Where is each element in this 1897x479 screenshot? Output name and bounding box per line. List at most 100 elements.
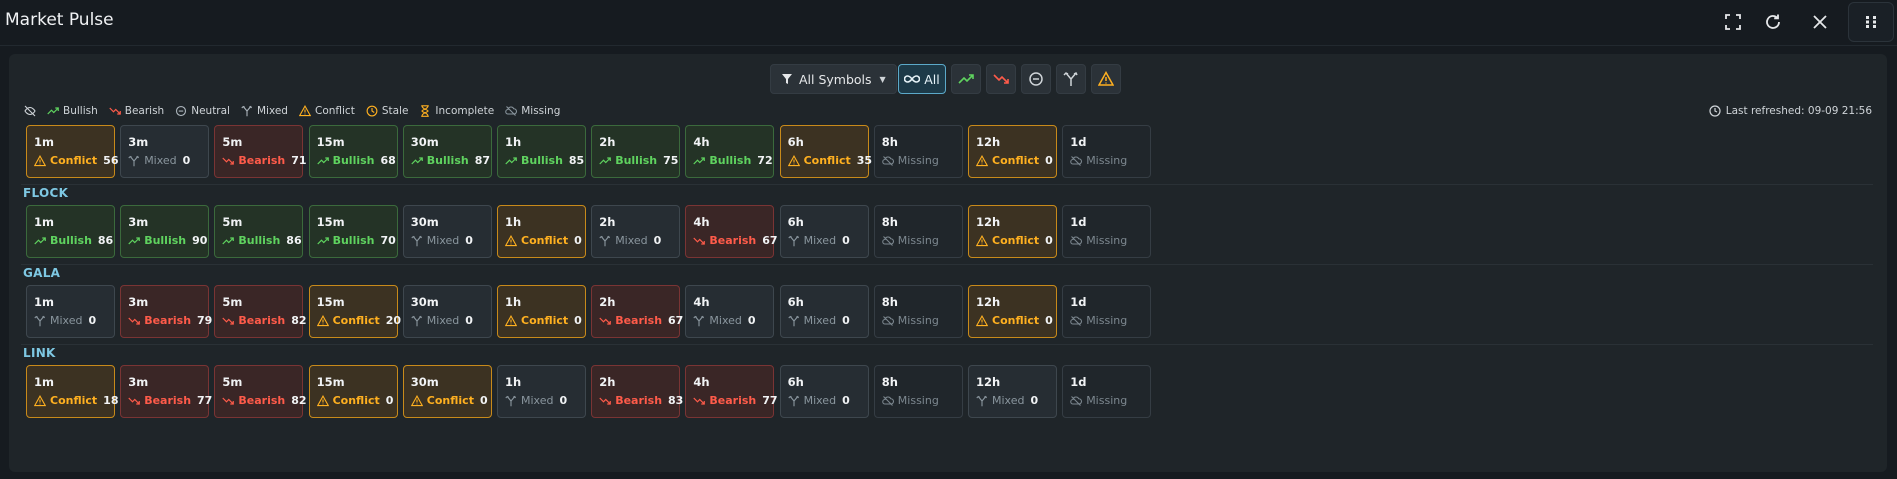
signal-status: Bullish 90 [128, 234, 208, 247]
signal-status: Mixed 0 [411, 234, 491, 247]
signal-cell-flock-3m[interactable]: 3m Bullish 90 [120, 205, 210, 258]
conflict-icon [505, 234, 517, 247]
timeframe-label: 5m [222, 375, 243, 389]
signal-cell-flock-6h[interactable]: 6h Mixed 0 [779, 205, 869, 258]
legend-item-conflict: Conflict [298, 105, 355, 117]
trend-up-icon [47, 105, 59, 117]
status-label: Mixed [615, 234, 648, 247]
signal-cell-flock-1d[interactable]: 1d Missing [1062, 205, 1152, 258]
status-label: Missing [897, 314, 939, 327]
status-label: Conflict [50, 154, 98, 167]
signal-cell-link-1m[interactable]: 1m Conflict 18 [26, 365, 118, 418]
timeframe-label: 2h [599, 375, 616, 389]
signal-cell-eth-1h[interactable]: 1h Bullish 85 [497, 125, 586, 178]
filter-neutral-button[interactable] [1021, 64, 1051, 94]
signal-cell-link-1d[interactable]: 1d Missing [1062, 365, 1152, 418]
row-divider [21, 344, 1873, 345]
grid-menu-button[interactable] [1848, 2, 1894, 42]
signal-cell-flock-2h[interactable]: 2h Mixed 0 [591, 205, 681, 258]
close-button[interactable] [1806, 8, 1834, 36]
signal-cell-gala-5m[interactable]: 5m Bearish 82 [214, 285, 307, 338]
signal-cell-gala-8h[interactable]: 8h Missing [873, 285, 963, 338]
score-value: 0 [479, 394, 488, 407]
signal-cell-eth-15m[interactable]: 15m Bullish 68 [308, 125, 398, 178]
timeframe-label: 5m [222, 215, 243, 229]
score-value: 70 [380, 234, 396, 247]
expand-button[interactable] [1719, 8, 1747, 36]
status-label: Bearish [709, 234, 757, 247]
signal-cell-eth-3m[interactable]: 3m Mixed 0 [120, 125, 210, 178]
timeframe-label: 15m [316, 215, 345, 229]
score-value: 0 [1045, 234, 1053, 247]
timeframe-label: 8h [881, 135, 898, 149]
timeframe-label: 30m [410, 215, 439, 229]
signal-cell-flock-8h[interactable]: 8h Missing [873, 205, 963, 258]
signal-status: Mixed 0 [976, 394, 1056, 407]
signal-cell-eth-8h[interactable]: 8h Missing [873, 125, 963, 178]
score-value: 0 [842, 234, 850, 247]
signal-cell-flock-12h[interactable]: 12h Conflict 0 [968, 205, 1057, 258]
signal-cell-link-2h[interactable]: 2h Bearish 83 [591, 365, 683, 418]
eye-off-icon[interactable] [24, 105, 36, 117]
filter-mixed-button[interactable] [1056, 64, 1086, 94]
refresh-button[interactable] [1759, 8, 1787, 36]
signal-cell-eth-2h[interactable]: 2h Bullish 75 [591, 125, 681, 178]
status-label: Bullish [50, 234, 92, 247]
signal-status: Mixed 0 [505, 394, 585, 407]
signal-cell-flock-1h[interactable]: 1h Conflict 0 [497, 205, 586, 258]
signal-cell-link-15m[interactable]: 15m Conflict 0 [308, 365, 398, 418]
signal-cell-link-5m[interactable]: 5m Bearish 82 [214, 365, 307, 418]
signal-cell-link-6h[interactable]: 6h Mixed 0 [779, 365, 869, 418]
signal-cell-gala-1m[interactable]: 1m Mixed 0 [26, 285, 115, 338]
signal-cell-gala-2h[interactable]: 2h Bearish 67 [591, 285, 683, 338]
signal-cell-link-1h[interactable]: 1h Mixed 0 [497, 365, 586, 418]
signal-cell-flock-30m[interactable]: 30m Mixed 0 [402, 205, 492, 258]
signal-cell-link-30m[interactable]: 30m Conflict 0 [402, 365, 492, 418]
signal-status: Bullish 75 [599, 154, 679, 167]
signal-cell-flock-1m[interactable]: 1m Bullish 86 [26, 205, 115, 258]
signal-cell-link-12h[interactable]: 12h Mixed 0 [968, 365, 1057, 418]
filter-all-button[interactable]: All [898, 64, 946, 94]
trend-down-icon [128, 395, 141, 407]
filter-bearish-button[interactable] [986, 64, 1016, 94]
cloud-off-icon [882, 235, 894, 247]
score-value: 68 [380, 154, 396, 167]
signal-cell-eth-12h[interactable]: 12h Conflict 0 [968, 125, 1057, 178]
score-value: 0 [1045, 314, 1053, 327]
signal-cell-gala-1d[interactable]: 1d Missing [1062, 285, 1152, 338]
symbol-filter-select[interactable]: All Symbols ▼ [770, 64, 897, 94]
filter-conflict-button[interactable] [1091, 64, 1121, 94]
signal-cell-link-4h[interactable]: 4h Bearish 77 [685, 365, 778, 418]
filter-bullish-button[interactable] [951, 64, 981, 94]
timeframe-label: 12h [976, 375, 1001, 389]
signal-status: Bullish 70 [316, 234, 397, 247]
signal-status: Mixed 0 [34, 314, 114, 327]
signal-status: Bullish 87 [411, 154, 491, 167]
signal-cell-eth-30m[interactable]: 30m Bullish 87 [402, 125, 492, 178]
symbols-list[interactable]: ETH1mConflict563mMixed05mBearish7115mBul… [9, 120, 1887, 472]
mixed-icon [241, 105, 253, 117]
signal-cell-flock-4h[interactable]: 4h Bearish 67 [685, 205, 778, 258]
signal-cell-eth-1m[interactable]: 1m Conflict 56 [26, 125, 118, 178]
signal-cell-gala-1h[interactable]: 1h Conflict 0 [497, 285, 586, 338]
signal-cell-gala-15m[interactable]: 15m Conflict 20 [308, 285, 401, 338]
signal-cell-eth-6h[interactable]: 6h Conflict 35 [779, 125, 872, 178]
signal-cell-eth-4h[interactable]: 4h Bullish 72 [685, 125, 775, 178]
symbol-row-gala: GALA 1m Mixed 0 3m Bearish 79 5m Bearish 82 15m Con… [9, 266, 1887, 346]
signal-cell-link-3m[interactable]: 3m Bearish 77 [120, 365, 212, 418]
signal-cell-gala-3m[interactable]: 3m Bearish 79 [120, 285, 212, 338]
signal-cell-eth-1d[interactable]: 1d Missing [1062, 125, 1152, 178]
signal-cell-link-8h[interactable]: 8h Missing [873, 365, 963, 418]
score-value: 86 [97, 234, 114, 247]
trend-up-icon [693, 155, 706, 167]
signal-cell-eth-5m[interactable]: 5m Bearish 71 [214, 125, 307, 178]
trend-down-icon [222, 315, 235, 327]
signal-cell-flock-5m[interactable]: 5m Bullish 86 [214, 205, 304, 258]
signal-status: Missing [1070, 154, 1150, 167]
signal-cell-gala-30m[interactable]: 30m Mixed 0 [402, 285, 492, 338]
signal-cell-flock-15m[interactable]: 15m Bullish 70 [308, 205, 398, 258]
signal-cell-gala-12h[interactable]: 12h Conflict 0 [968, 285, 1057, 338]
last-refreshed: Last refreshed: 09-09 21:56 [1709, 105, 1872, 117]
signal-cell-gala-4h[interactable]: 4h Mixed 0 [685, 285, 775, 338]
signal-cell-gala-6h[interactable]: 6h Mixed 0 [779, 285, 869, 338]
